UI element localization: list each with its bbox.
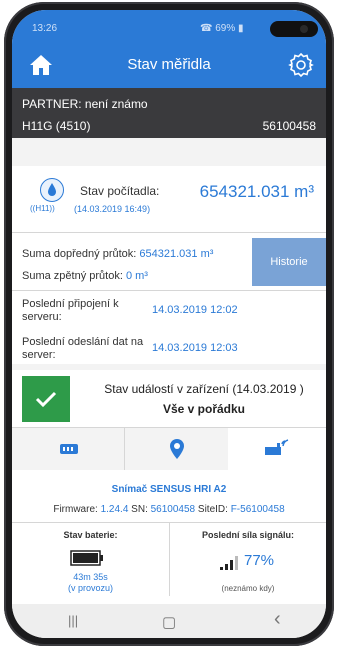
history-button[interactable]: Historie xyxy=(252,238,326,286)
partner-bar: PARTNER: není známo H11G (4510) 56100458 xyxy=(12,88,326,138)
signal-value: 77% xyxy=(244,552,275,569)
location-pin-icon xyxy=(170,439,184,459)
sensor-name: Snímač SENSUS HRI A2 xyxy=(111,484,227,495)
phone-frame: 13:26 ☎ 69% ▮ Stav měřidla PARTNER: není… xyxy=(4,2,334,646)
counter-value: 654321.031 m³ xyxy=(199,182,314,201)
tab-bar xyxy=(12,428,326,470)
tab-transmitter[interactable] xyxy=(228,428,326,470)
divider xyxy=(12,290,326,291)
backward-flow-value: 0 m³ xyxy=(125,270,148,282)
signal-when: (neznámo kdy) xyxy=(221,584,275,593)
battery-time: 43m 35s xyxy=(73,572,108,582)
battery-icon xyxy=(70,550,103,566)
forward-flow-value: 654321.031 m³ xyxy=(139,248,214,260)
siteid-label: SiteID: xyxy=(197,504,228,515)
screen: 13:26 ☎ 69% ▮ Stav měřidla PARTNER: není… xyxy=(12,10,326,638)
gear-icon[interactable] xyxy=(288,52,314,78)
status-indicators: ☎ 69% ▮ xyxy=(200,23,244,34)
signal-bars-icon xyxy=(220,556,238,570)
h11-badge: ((H11)) xyxy=(30,204,55,213)
status-bar: 13:26 ☎ 69% ▮ xyxy=(12,10,326,44)
tab-location[interactable] xyxy=(124,428,230,470)
sn-label: SN: xyxy=(131,504,148,515)
last-connect-value: 14.03.2019 12:02 xyxy=(152,304,238,316)
status-time: 13:26 xyxy=(32,23,58,34)
water-drop-icon xyxy=(40,178,64,202)
spacer xyxy=(12,138,326,166)
meter-type: H11G (4510) xyxy=(22,119,91,133)
counter-section: ((H11)) Stav počítadla: (14.03.2019 16:4… xyxy=(12,166,326,230)
sn-value: 56100458 xyxy=(150,504,196,515)
battery-value: 43m 35s (v provozu) xyxy=(12,572,169,594)
divider xyxy=(12,232,326,233)
last-send-label: Poslední odeslání dat na server: xyxy=(22,336,144,361)
meter-serial: 56100458 xyxy=(262,119,316,133)
battery-note: (v provozu) xyxy=(67,583,113,593)
partner-label: PARTNER: není známo xyxy=(22,97,148,111)
counter-date: (14.03.2019 16:49) xyxy=(74,204,151,214)
tab-meter[interactable] xyxy=(12,428,124,470)
events-title: Stav událostí v zařízení (14.03.2019 ) xyxy=(104,382,304,396)
battery-title: Stav baterie: xyxy=(63,530,118,540)
app-header: Stav měřidla xyxy=(12,44,326,88)
forward-flow: Suma dopředný průtok: 654321.031 m³ xyxy=(22,248,213,260)
siteid-value: F-56100458 xyxy=(230,504,285,515)
backward-flow-label: Suma zpětný průtok: xyxy=(22,270,123,282)
events-section[interactable]: Stav událostí v zařízení (14.03.2019 ) V… xyxy=(12,370,326,426)
forward-flow-label: Suma dopředný průtok: xyxy=(22,248,137,260)
system-nav-bar: ||| ▢ ‹ xyxy=(12,604,326,638)
firmware-label: Firmware: xyxy=(53,504,98,515)
back-button[interactable]: ‹ xyxy=(274,608,281,631)
radio-transmitter-icon xyxy=(265,439,289,455)
h11-badge-text: H11 xyxy=(35,204,50,213)
recents-button[interactable]: ||| xyxy=(68,613,78,628)
last-send-value: 14.03.2019 12:03 xyxy=(152,342,238,354)
page-title: Stav měřidla xyxy=(127,56,211,73)
home-button[interactable]: ▢ xyxy=(162,613,176,631)
front-camera xyxy=(270,21,318,37)
sensor-details: Firmware: 1.24.4 SN: 56100458 SiteID: F-… xyxy=(12,504,326,515)
signal-title: Poslední síla signálu: xyxy=(201,530,295,540)
backward-flow: Suma zpětný průtok: 0 m³ xyxy=(22,270,148,282)
counter-label: Stav počítadla: xyxy=(80,184,160,198)
events-status: Vše v pořádku xyxy=(162,402,246,416)
firmware-value: 1.24.4 xyxy=(100,504,129,515)
check-icon xyxy=(22,376,70,422)
meter-icon xyxy=(60,444,78,454)
last-connect-label: Poslední připojení k serveru: xyxy=(22,298,119,323)
